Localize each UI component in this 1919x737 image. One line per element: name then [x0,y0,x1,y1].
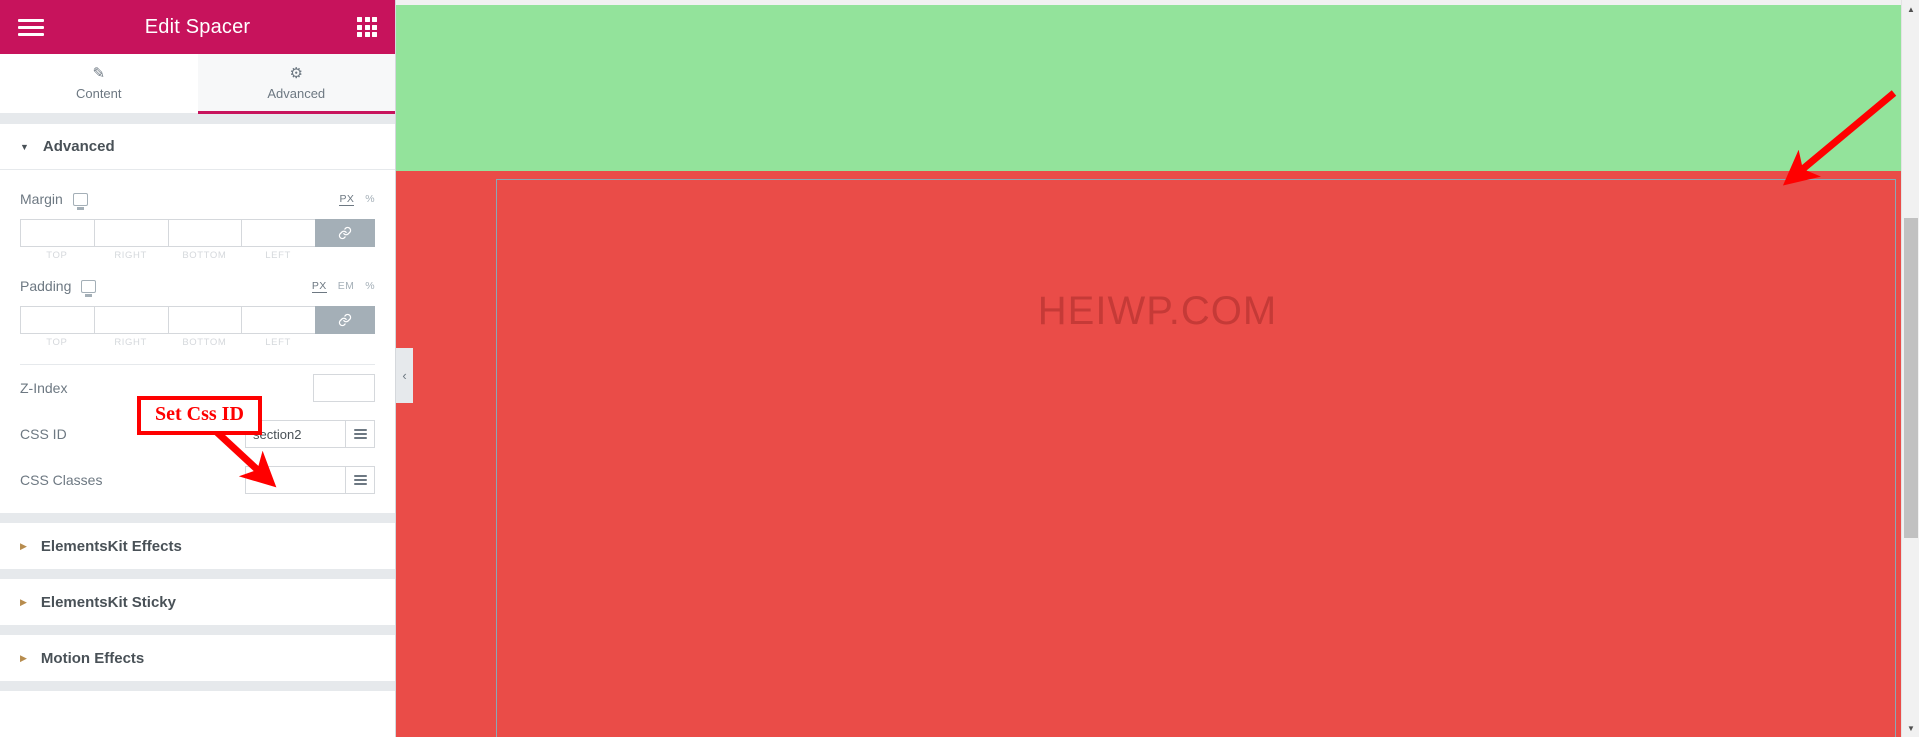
accordion-elementskit-effects-label: ElementsKit Effects [40,537,182,555]
padding-right-label: RIGHT [114,337,147,348]
accordion-elementskit-sticky[interactable]: ▶ ElementsKit Sticky [0,579,395,625]
tab-content-label: Content [75,86,122,101]
margin-right-input[interactable] [93,219,168,247]
tab-content[interactable]: ✎ Content [0,54,198,113]
elementor-editor-root: Edit Spacer ✎ Content ⚙ Advanced ▼ Advan… [0,0,1919,737]
margin-left-input[interactable] [241,219,315,247]
accordion-motion-effects-label: Motion Effects [40,649,145,667]
control-css-classes: CSS Classes [20,457,375,503]
control-margin: Margin PX % TOP RIGHT BOTTOM LEFT [20,188,375,261]
padding-unit-percent[interactable]: % [365,280,375,292]
margin-link-values-button[interactable] [315,219,375,247]
canvas-watermark: HEIWP.COM [1037,289,1278,333]
widgets-grid-icon[interactable] [357,17,377,37]
panel-title: Edit Spacer [144,15,251,38]
padding-left-input[interactable] [241,306,315,334]
padding-link-values-button[interactable] [315,306,375,334]
tab-advanced[interactable]: ⚙ Advanced [197,54,395,114]
accordion-separator [0,569,395,579]
css-id-label: CSS ID [20,426,67,442]
chevron-down-icon: ▼ [20,141,29,152]
padding-bottom-label: BOTTOM [182,337,227,348]
margin-right-label: RIGHT [114,250,147,261]
desktop-icon[interactable] [72,192,88,210]
accordion-separator [0,625,395,635]
chevron-right-icon: ▶ [20,540,27,551]
hamburger-menu-icon[interactable] [18,15,44,40]
margin-left-label: LEFT [265,250,291,261]
z-index-input[interactable] [313,374,375,402]
css-classes-label: CSS Classes [20,472,103,488]
padding-label-spacer [315,337,375,348]
z-index-label: Z-Index [20,380,68,396]
annotation-arrow-canvas [1782,90,1897,186]
padding-label: Padding [20,278,72,294]
margin-label: Margin [20,191,63,207]
gear-icon: ⚙ [289,65,303,82]
chevron-left-icon: ‹ [402,368,407,383]
margin-top-label: TOP [46,250,68,261]
elementor-settings-panel: Edit Spacer ✎ Content ⚙ Advanced ▼ Advan… [0,0,396,737]
padding-bottom-input[interactable] [167,306,242,334]
padding-dim-labels: TOP RIGHT BOTTOM LEFT [20,337,375,348]
margin-unit-percent[interactable]: % [365,193,375,205]
margin-label-spacer [315,250,375,261]
padding-top-label: TOP [46,337,68,348]
padding-top-input[interactable] [20,306,94,334]
page-preview-canvas: HEIWP.COM [396,0,1919,737]
canvas-red-section[interactable]: HEIWP.COM [396,171,1919,737]
accordion-elementskit-sticky-label: ElementsKit Sticky [40,593,176,611]
scrollbar-thumb[interactable] [1904,218,1918,538]
section-advanced-body: Margin PX % TOP RIGHT BOTTOM LEFT Paddin… [0,170,395,513]
accordion-separator [0,681,395,691]
annotation-callout-set-css-id: Set Css ID [137,396,262,435]
pencil-icon: ✎ [92,65,106,82]
accordion-motion-effects[interactable]: ▶ Motion Effects [0,635,395,681]
margin-bottom-input[interactable] [167,219,242,247]
control-padding: Padding PX EM % TOP RIGHT BOTTOM LEFT [20,275,375,348]
margin-top-input[interactable] [20,219,94,247]
control-margin-header: Margin PX % [20,188,375,210]
control-padding-header: Padding PX EM % [20,275,375,297]
panel-tabs: ✎ Content ⚙ Advanced [0,54,395,114]
canvas-inner-container[interactable] [496,179,1896,737]
css-id-dynamic-tags-icon[interactable] [345,420,375,448]
canvas-green-section[interactable] [396,5,1919,171]
padding-unit-em[interactable]: EM [338,280,355,292]
margin-units: PX % [339,193,375,206]
padding-right-input[interactable] [93,306,168,334]
margin-dim-labels: TOP RIGHT BOTTOM LEFT [20,250,375,261]
vertical-scrollbar[interactable]: ▲ ▼ [1901,0,1919,737]
section-advanced-title: Advanced [42,138,115,155]
chevron-right-icon: ▶ [20,652,27,663]
panel-header: Edit Spacer [0,0,395,54]
accordion-gap-top [0,114,395,124]
padding-units: PX EM % [311,280,375,293]
z-index-field-wrap [313,374,375,402]
scroll-down-arrow-icon[interactable]: ▼ [1902,719,1919,737]
css-classes-dynamic-tags-icon[interactable] [345,466,375,494]
margin-inputs [20,219,375,247]
padding-inputs [20,306,375,334]
tab-advanced-label: Advanced [267,86,326,101]
scroll-up-arrow-icon[interactable]: ▲ [1902,0,1919,18]
panel-collapse-handle[interactable]: ‹ [396,348,413,403]
desktop-icon[interactable] [81,279,97,297]
section-advanced-header[interactable]: ▼ Advanced [0,124,395,170]
margin-bottom-label: BOTTOM [182,250,227,261]
padding-unit-px[interactable]: PX [311,280,327,293]
padding-left-label: LEFT [265,337,291,348]
chevron-right-icon: ▶ [20,596,27,607]
annotation-callout-text: Set Css ID [155,403,244,425]
accordion-elementskit-effects[interactable]: ▶ ElementsKit Effects [0,523,395,569]
accordion-separator [0,513,395,523]
margin-unit-px[interactable]: PX [339,193,355,206]
